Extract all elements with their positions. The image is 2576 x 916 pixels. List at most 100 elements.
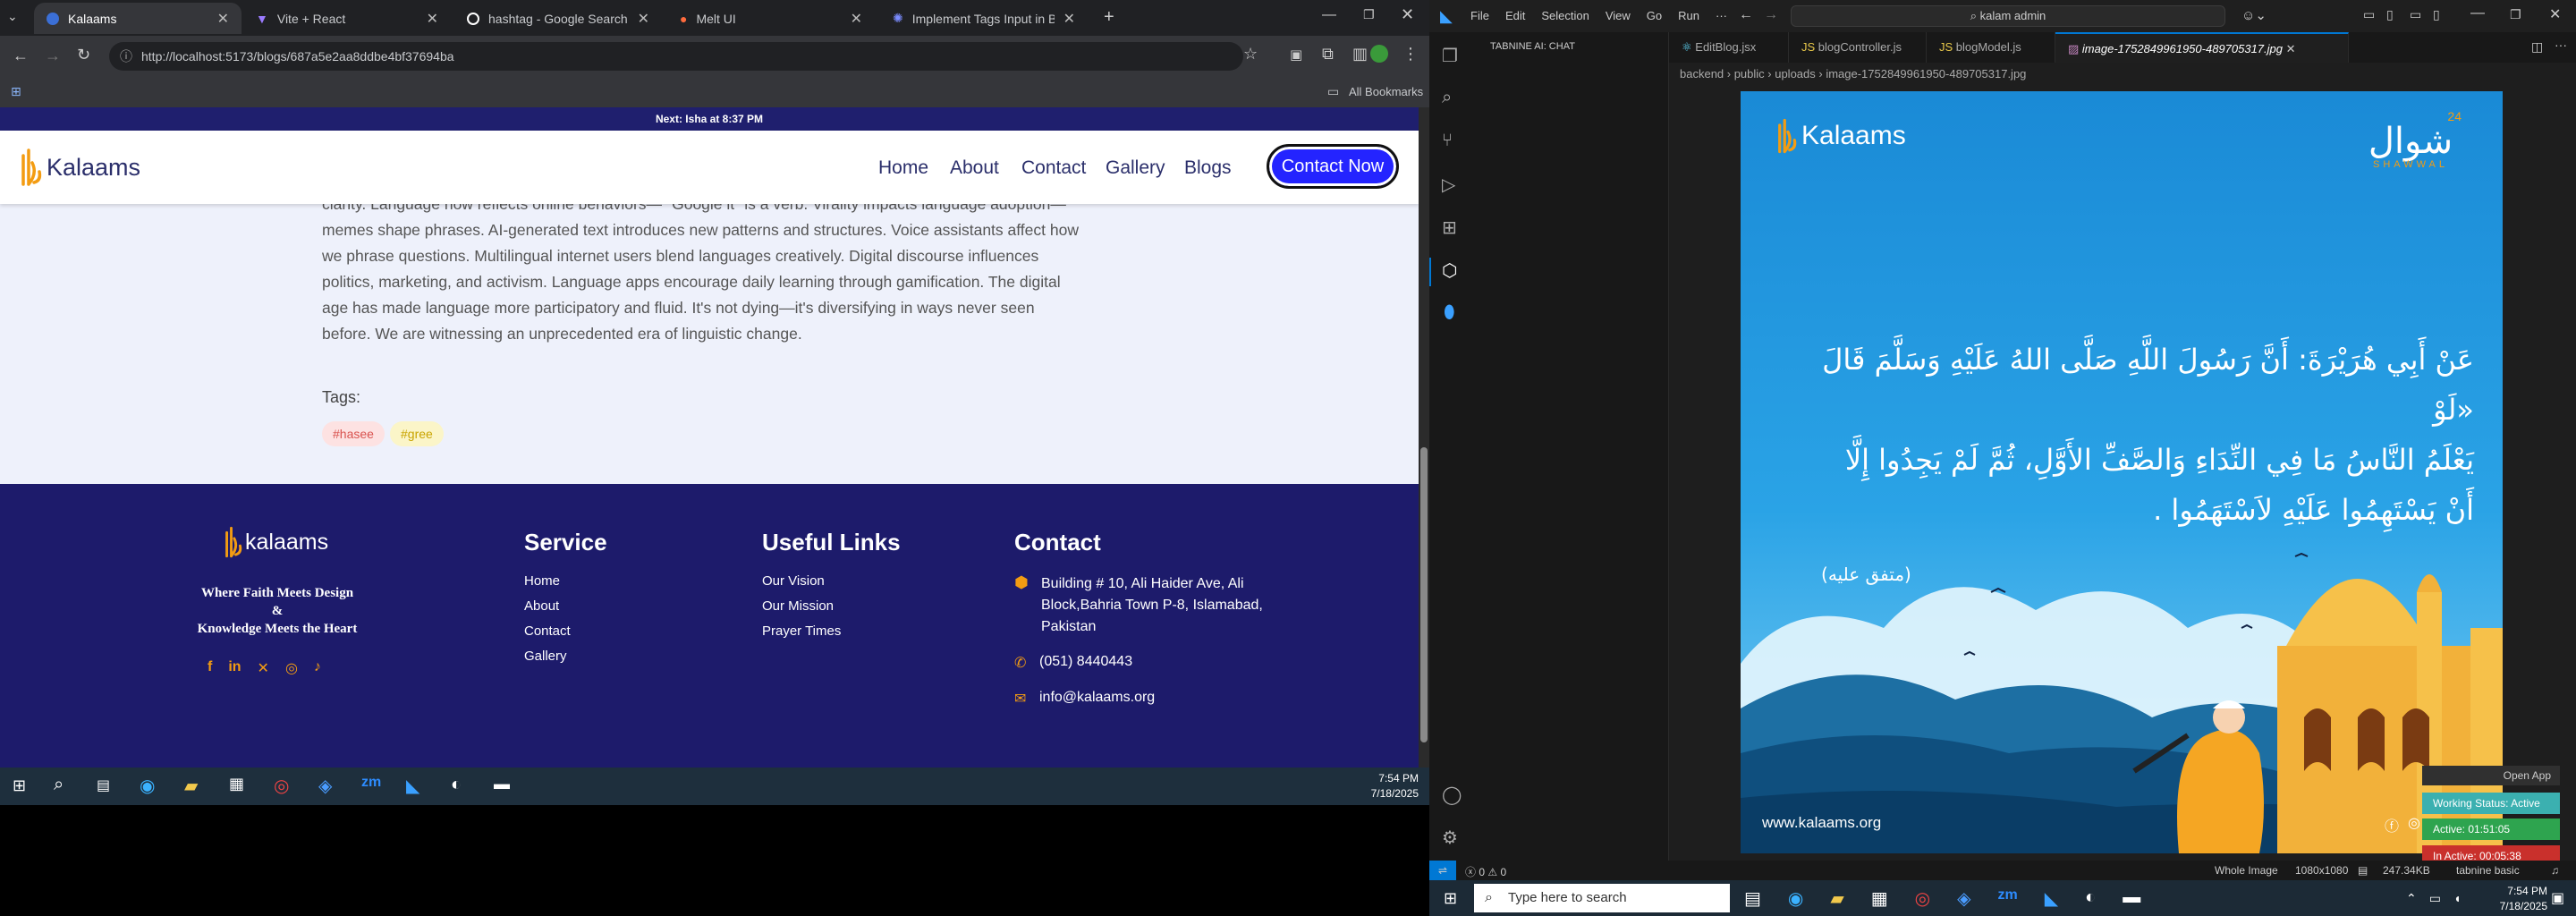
sidepanel-icon[interactable]: ▥ — [1352, 45, 1368, 64]
split-editor-icon[interactable]: ◫ — [2531, 39, 2543, 55]
minimize-icon[interactable]: — — [1322, 7, 1336, 23]
close-tab-icon[interactable]: ✕ — [638, 10, 649, 28]
menu-file[interactable]: File — [1470, 9, 1489, 22]
footer-logo[interactable]: kalaams — [224, 525, 328, 559]
notification-center-icon[interactable]: ▣ — [2551, 889, 2564, 907]
tab-vite-react[interactable]: ▼ Vite + React ✕ — [243, 3, 451, 34]
vscode-taskbar-icon[interactable]: ◣ — [406, 775, 419, 797]
menu-more[interactable]: ··· — [1716, 9, 1727, 22]
windows-start-icon[interactable]: ⊞ — [1444, 889, 1457, 908]
site-info-icon[interactable]: ⓘ — [120, 42, 132, 71]
breadcrumb[interactable]: backend › public › uploads › image-17528… — [1669, 63, 2576, 86]
editor-tab[interactable]: ⚛ EditBlog.jsx — [1669, 32, 1789, 63]
file-explorer-icon[interactable]: ▰ — [184, 775, 198, 797]
extensions-puzzle-icon[interactable]: ⧉ — [1322, 45, 1334, 64]
nav-blogs[interactable]: Blogs — [1184, 157, 1232, 179]
zoom-icon[interactable]: zm — [361, 775, 381, 791]
back-icon[interactable]: ← — [13, 47, 29, 65]
app-icon[interactable]: ◈ — [318, 775, 332, 797]
nav-contact[interactable]: Contact — [1021, 157, 1086, 179]
close-tab-icon[interactable]: ✕ — [1063, 10, 1075, 28]
nav-back-icon[interactable]: ← — [1739, 7, 1753, 23]
image-mode[interactable]: Whole Image — [2215, 864, 2278, 877]
media-icon[interactable]: ◐ — [451, 775, 462, 795]
extension-icon[interactable]: ▣ — [1290, 47, 1302, 63]
site-logo[interactable]: Kalaams — [20, 147, 140, 188]
footer-link-prayer-times[interactable]: Prayer Times — [762, 623, 841, 639]
search-icon[interactable]: ⌕ — [1442, 88, 1452, 108]
terminal-icon[interactable]: ▬ — [2123, 887, 2140, 910]
tabnine-icon[interactable]: ⬡ — [1442, 259, 1457, 282]
file-explorer-icon[interactable]: ▰ — [1830, 887, 1843, 910]
source-control-icon[interactable]: ⑂ — [1442, 131, 1453, 151]
restore-icon[interactable]: ❐ — [1363, 7, 1375, 22]
footer-link-about[interactable]: About — [524, 598, 559, 614]
tab-melt-ui[interactable]: ● Melt UI ✕ — [667, 3, 875, 34]
app-icon[interactable]: ◈ — [1957, 887, 1970, 910]
close-tab-icon[interactable]: ✕ — [217, 10, 229, 28]
tray-chevron-icon[interactable]: ⌃ — [2406, 891, 2417, 906]
tiktok-icon[interactable]: ♪ — [314, 659, 321, 677]
zoom-icon[interactable]: zm — [1998, 887, 2018, 910]
apps-grid-icon[interactable]: ⊞ — [11, 84, 21, 99]
bookmark-star-icon[interactable]: ☆ — [1243, 45, 1258, 64]
tabnine-status[interactable]: tabnine basic — [2456, 864, 2520, 877]
tag-chip[interactable]: #gree — [390, 421, 444, 446]
chrome-icon[interactable]: ◎ — [1915, 887, 1930, 910]
network-icon[interactable]: ▭ — [2429, 891, 2441, 906]
close-tab-icon[interactable]: ✕ — [851, 10, 862, 28]
toggle-sidebar-icon[interactable]: ▯ — [2386, 7, 2394, 22]
menu-selection[interactable]: Selection — [1541, 9, 1589, 22]
phone-number[interactable]: (051) 8440443 — [1039, 654, 1132, 670]
close-tab-icon[interactable]: ✕ — [427, 10, 438, 28]
x-twitter-icon[interactable]: ✕ — [258, 659, 269, 677]
windows-start-icon[interactable]: ⊞ — [13, 776, 26, 795]
vscode-taskbar-icon[interactable]: ◣ — [2045, 887, 2058, 910]
linkedin-icon[interactable]: in — [228, 659, 241, 677]
problems-indicator[interactable]: ⓧ 0 ⚠ 0 — [1465, 864, 1506, 879]
instagram-icon[interactable]: ◎ — [285, 659, 298, 677]
footer-link-gallery[interactable]: Gallery — [524, 649, 567, 664]
right-clock[interactable]: 7:54 PM 7/18/2025 — [2476, 884, 2547, 914]
extensions-icon[interactable]: ⊞ — [1442, 216, 1457, 239]
edge-icon[interactable]: ◉ — [140, 775, 155, 797]
menu-kebab-icon[interactable]: ⋮ — [1402, 45, 1419, 64]
run-debug-icon[interactable]: ▷ — [1442, 174, 1455, 196]
accounts-icon[interactable]: ◯ — [1442, 784, 1462, 806]
forward-icon[interactable]: → — [45, 47, 61, 65]
nav-home[interactable]: Home — [878, 157, 928, 179]
footer-link-home[interactable]: Home — [524, 573, 560, 589]
edge-icon[interactable]: ◉ — [1788, 887, 1803, 910]
tab-implement-tags[interactable]: ✺ Implement Tags Input in Blog I ✕ — [880, 3, 1088, 34]
profile-avatar[interactable] — [1370, 45, 1388, 63]
tab-kalaams[interactable]: Kalaams ✕ — [34, 3, 242, 34]
editor-tab-active[interactable]: ▨ image-1752849961950-489705317.jpg ✕ — [2055, 32, 2349, 63]
nav-gallery[interactable]: Gallery — [1106, 157, 1165, 179]
nav-about[interactable]: About — [950, 157, 999, 179]
task-view-icon[interactable]: ▤ — [97, 776, 110, 794]
email-address[interactable]: info@kalaams.org — [1039, 690, 1155, 706]
tag-chip[interactable]: #hasee — [322, 421, 385, 446]
menu-run[interactable]: Run — [1678, 9, 1699, 22]
new-tab-icon[interactable]: + — [1104, 7, 1114, 28]
notifications-bell-icon[interactable]: ♫ — [2551, 864, 2559, 877]
reload-icon[interactable]: ↻ — [77, 46, 90, 64]
command-center[interactable]: ⌕ kalam admin — [1791, 5, 2225, 27]
close-tab-icon[interactable]: ✕ — [2286, 42, 2296, 55]
search-icon[interactable]: ⌕ — [54, 775, 64, 795]
store-icon[interactable]: ▦ — [1871, 887, 1888, 910]
store-icon[interactable]: ▦ — [229, 775, 244, 793]
layout-icon[interactable]: ▭ — [2363, 7, 2375, 22]
extension-panel-icon[interactable]: ⬮ — [1444, 302, 1455, 323]
toggle-panel-icon[interactable]: ▭ — [2410, 7, 2421, 22]
media-icon[interactable]: ◐ — [2085, 887, 2096, 910]
facebook-icon[interactable]: f — [208, 659, 212, 677]
editor-tab[interactable]: JS blogModel.js — [1927, 32, 2055, 63]
tab-search-icon[interactable]: ⌄ — [7, 9, 18, 24]
close-window-icon[interactable]: ✕ — [2549, 5, 2561, 23]
address-bar[interactable]: ⓘ http://localhost:5173/blogs/687a5e2aa8… — [109, 42, 1243, 71]
minimize-icon[interactable]: — — [2470, 5, 2485, 21]
volume-icon[interactable]: ◖ — [2453, 891, 2461, 906]
tab-google-search[interactable]: hashtag - Google Search ✕ — [454, 3, 662, 34]
all-bookmarks[interactable]: All Bookmarks — [1349, 85, 1423, 98]
